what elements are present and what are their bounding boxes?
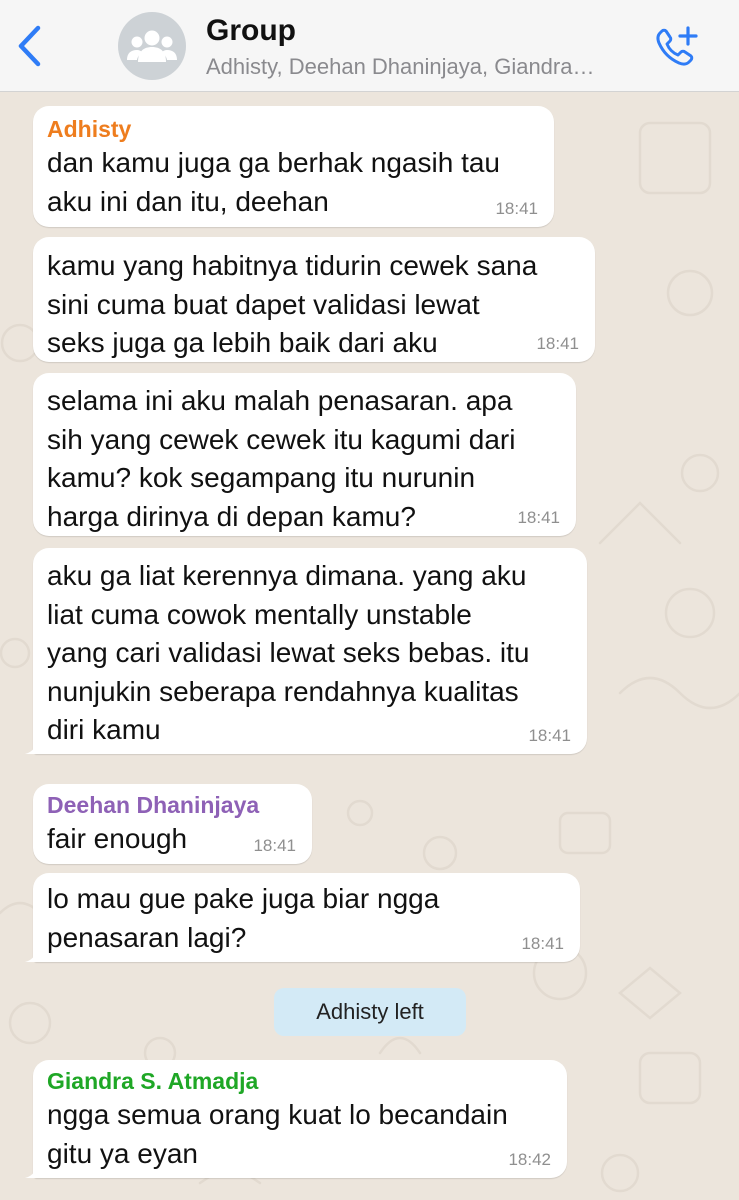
message-text: lo mau gue pake juga biar ngga penasaran… (47, 883, 440, 953)
sender-name[interactable]: Giandra S. Atmadja (47, 1066, 553, 1096)
chevron-left-icon (18, 25, 41, 67)
message-text: ngga semua orang kuat lo becandain gitu … (47, 1099, 508, 1169)
back-button[interactable] (12, 22, 46, 70)
message-time: 18:41 (521, 934, 564, 953)
message-bubble[interactable]: selama ini aku malah penasaran. apa sih … (33, 373, 576, 536)
group-avatar[interactable] (118, 12, 186, 80)
message-bubble[interactable]: lo mau gue pake juga biar ngga penasaran… (25, 873, 580, 962)
message-bubble[interactable]: Giandra S. Atmadja ngga semua orang kuat… (25, 1060, 567, 1178)
sender-name[interactable]: Adhisty (47, 114, 540, 144)
add-call-icon (656, 26, 698, 66)
message-bubble[interactable]: kamu yang habitnya tidurin cewek sana si… (33, 237, 595, 362)
group-icon (127, 30, 177, 62)
message-time: 18:41 (528, 726, 571, 745)
system-message: Adhisty left (274, 988, 466, 1036)
chat-area[interactable]: Adhisty dan kamu juga ga berhak ngasih t… (0, 93, 739, 1200)
message-text: selama ini aku malah penasaran. apa sih … (47, 385, 516, 532)
message-time: 18:41 (495, 199, 538, 218)
message-time: 18:42 (508, 1150, 551, 1169)
chat-title[interactable]: Group (206, 14, 296, 48)
message-bubble[interactable]: Adhisty dan kamu juga ga berhak ngasih t… (33, 106, 554, 227)
message-bubble[interactable]: Deehan Dhaninjaya fair enough 18:41 (33, 784, 312, 864)
message-time: 18:41 (536, 334, 579, 353)
message-text: aku ga liat kerennya dimana. yang aku li… (47, 560, 530, 745)
add-call-button[interactable] (648, 22, 704, 72)
chat-participants[interactable]: Adhisty, Deehan Dhaninjaya, Giandra… (206, 54, 646, 80)
bubble-tail (25, 944, 45, 962)
message-text: kamu yang habitnya tidurin cewek sana si… (47, 250, 538, 358)
sender-name[interactable]: Deehan Dhaninjaya (47, 790, 298, 820)
message-time: 18:41 (517, 508, 560, 527)
bubble-tail (25, 736, 45, 754)
message-text: dan kamu juga ga berhak ngasih tau aku i… (47, 147, 500, 217)
message-bubble[interactable]: aku ga liat kerennya dimana. yang aku li… (25, 548, 587, 754)
chat-header: Group Adhisty, Deehan Dhaninjaya, Giandr… (0, 0, 739, 92)
message-time: 18:41 (253, 836, 296, 855)
bubble-tail (25, 1160, 45, 1178)
